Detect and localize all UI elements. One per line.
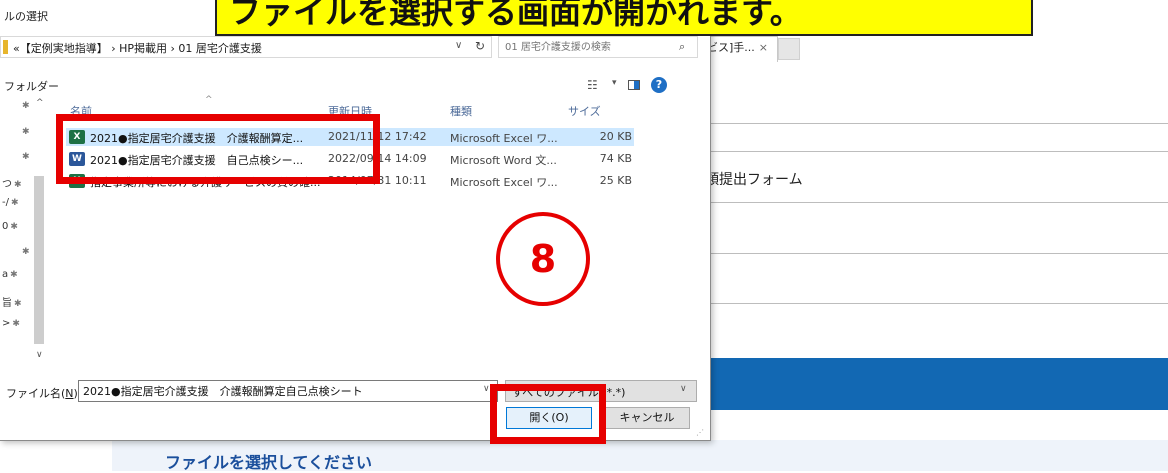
chevron-down-icon[interactable]: ∨ [455,40,462,51]
scroll-down-icon[interactable]: ∨ [36,350,43,360]
preview-pane-icon[interactable] [628,80,640,90]
pin-icon: ✱ [22,127,30,137]
highlight-open-button [490,384,606,444]
navigation-pane: ^ ∨ ✱ ✱ ✱ つ ✱ -/✱ 0 ✱ ✱ a ✱ 旨 ✱ > ✱ [0,96,48,366]
nav-item-label: > [2,318,11,329]
chevron-down-icon[interactable]: ∨ [680,384,687,394]
nav-item[interactable]: 旨 ✱ [2,294,22,309]
pin-icon: ✱ [10,198,19,208]
search-icon[interactable]: ⌕ [679,40,685,54]
filename-label-key: N [65,387,74,400]
pin-icon: ✱ [10,270,18,280]
sort-ascending-icon: ^ [205,95,213,105]
nav-item[interactable]: ✱ [20,126,30,137]
scrollbar-thumb[interactable] [34,176,44,344]
nav-item[interactable]: つ ✱ [2,175,22,190]
pin-icon: ✱ [10,222,18,232]
view-options-icon[interactable]: ☷ [587,78,598,92]
help-icon[interactable]: ? [651,77,667,93]
nav-item[interactable]: ✱ [20,246,30,257]
pin-icon: ✱ [12,319,20,329]
search-input[interactable] [505,39,665,55]
dialog-title: ルの選択 [4,10,48,23]
scroll-up-icon[interactable]: ^ [36,98,44,108]
refresh-icon[interactable]: ↻ [475,39,485,53]
divider [700,123,1168,124]
pin-icon: ✱ [14,299,22,309]
nav-item-label: a [2,269,9,280]
new-tab-button[interactable] [778,38,800,60]
column-header-size[interactable]: サイズ [568,103,601,119]
folder-icon [3,40,8,54]
nav-item[interactable]: ✱ [20,100,30,111]
nav-item[interactable]: a ✱ [2,269,18,280]
pin-icon: ✱ [22,101,30,111]
breadcrumb[interactable]: «【定例実地指導】 › HP掲載用 › 01 居宅介護支援 [13,40,262,56]
nav-item[interactable]: > ✱ [2,318,20,329]
divider [700,253,1168,254]
chevron-down-icon[interactable]: ∨ [483,384,490,394]
filename-input[interactable] [78,380,498,402]
divider [700,151,1168,152]
tab-close-icon[interactable]: × [759,41,768,54]
search-box[interactable]: ⌕ [498,36,698,58]
pin-icon: ✱ [14,180,22,190]
file-size: 25 KB [599,174,632,187]
file-select-prompt: ファイルを選択してください [165,453,373,472]
divider [700,202,1168,203]
file-type: Microsoft Word 文... [450,154,557,167]
instruction-callout: ファイルを選択する画面が開かれます。 [215,0,1033,36]
pin-icon: ✱ [22,247,30,257]
nav-item[interactable]: ✱ [20,151,30,162]
nav-item-label: 旨 [2,298,12,309]
file-type: Microsoft Excel ワ... [450,132,558,145]
browser-tab-label: ビス]手... [707,41,755,54]
nav-item-label: -/ [2,197,9,208]
nav-item[interactable]: -/✱ [2,197,19,208]
step-number-badge: 8 [496,212,590,306]
chevron-down-icon[interactable]: ▾ [612,78,617,88]
new-folder-button[interactable]: フォルダー [4,78,59,94]
pin-icon: ✱ [22,152,30,162]
nav-item-label: つ [2,179,12,190]
highlight-file-rows [56,114,380,184]
filename-label: ファイル名(N): [6,385,82,401]
file-size: 74 KB [599,152,632,165]
browser-tab[interactable]: ビス]手... × [700,36,778,62]
address-bar[interactable]: «【定例実地指導】 › HP掲載用 › 01 居宅介護支援 ∨ ↻ [0,36,492,58]
divider [700,303,1168,304]
resize-grip-icon[interactable]: ⋰ [696,428,704,437]
nav-item-label: 0 [2,221,9,232]
column-header-type[interactable]: 種類 [450,103,472,119]
cancel-button[interactable]: キャンセル [604,407,690,429]
file-size: 20 KB [599,130,632,143]
nav-item[interactable]: 0 ✱ [2,221,18,232]
file-open-dialog: ルの選択 «【定例実地指導】 › HP掲載用 › 01 居宅介護支援 ∨ ↻ ⌕… [0,0,711,441]
filename-label-prefix: ファイル名( [6,387,66,400]
blue-banner [700,358,1168,410]
file-type: Microsoft Excel ワ... [450,176,558,189]
form-item-label: 類提出フォーム [705,172,803,188]
